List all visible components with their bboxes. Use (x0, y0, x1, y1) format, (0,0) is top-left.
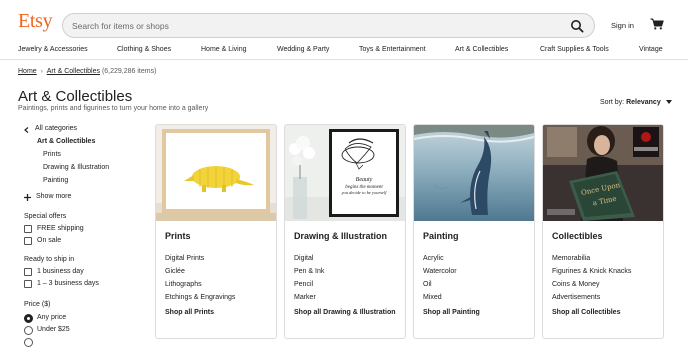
category-card-collectibles[interactable]: Once Upon a Time Collectibles Memorabili… (542, 124, 664, 339)
special-offers-heading: Special offers (24, 213, 67, 220)
collectibles-thumbnail[interactable]: Once Upon a Time (543, 125, 663, 221)
drawing-illustration-thumbnail[interactable]: Beauty begins the moment you decide to b… (285, 125, 405, 221)
art-text-line-1: Beauty (356, 177, 373, 183)
ship-1-day-label: 1 business day (37, 268, 84, 275)
search-input[interactable] (72, 18, 552, 34)
subcategory-prints[interactable]: Prints (43, 151, 61, 158)
card-link-etchings-engravings[interactable]: Etchings & Engravings (165, 294, 235, 301)
category-card-drawing-illustration[interactable]: Beauty begins the moment you decide to b… (284, 124, 406, 339)
under-25-label: Under $25 (37, 326, 70, 333)
free-shipping-checkbox[interactable] (24, 225, 32, 233)
sort-label: Sort by: (600, 99, 625, 106)
caret-down-icon (665, 100, 672, 105)
page-title: Art & Collectibles (18, 88, 133, 105)
breadcrumb: Home › Art & Collectibles (6,229,286 items… (18, 68, 156, 75)
ship-1-day-checkbox[interactable] (24, 268, 32, 276)
card-link-figurines-knick-knacks[interactable]: Figurines & Knick Knacks (552, 268, 631, 275)
chevron-left-icon[interactable] (24, 127, 29, 133)
painting-thumbnail[interactable] (414, 125, 534, 221)
category-card-painting[interactable]: Painting Acrylic Watercolor Oil Mixed Sh… (413, 124, 535, 339)
subcategory-painting[interactable]: Painting (43, 177, 68, 184)
cart-icon[interactable] (650, 18, 664, 30)
card-link-memorabilia[interactable]: Memorabilia (552, 255, 590, 262)
shop-all-drawing-illustration-link[interactable]: Shop all Drawing & Illustration (294, 308, 398, 318)
card-link-digital-prints[interactable]: Digital Prints (165, 255, 204, 262)
card-link-acrylic[interactable]: Acrylic (423, 255, 444, 262)
card-link-oil[interactable]: Oil (423, 281, 432, 288)
breadcrumb-separator-icon: › (40, 69, 43, 75)
site-header: Etsy Sign in (0, 0, 688, 42)
item-count: (6,229,286 items) (101, 68, 157, 75)
price-heading: Price ($) (24, 301, 51, 308)
show-more-button[interactable]: Show more (36, 193, 71, 200)
price-option-radio[interactable] (24, 338, 33, 347)
on-sale-label: On sale (37, 237, 62, 244)
shop-all-painting-link[interactable]: Shop all Painting (423, 308, 527, 318)
nav-art-collectibles[interactable]: Art & Collectibles (455, 46, 508, 53)
category-card-prints[interactable]: Prints Digital Prints Giclée Lithographs… (155, 124, 277, 339)
shop-all-prints-link[interactable]: Shop all Prints (165, 308, 269, 318)
card-link-pencil[interactable]: Pencil (294, 281, 313, 288)
category-nav: Jewelry & Accessories Clothing & Shoes H… (0, 44, 688, 60)
breadcrumb-current[interactable]: Art & Collectibles (47, 68, 100, 75)
any-price-label: Any price (37, 314, 67, 321)
sort-dropdown[interactable]: Sort by: Relevancy (600, 99, 672, 106)
current-category: Art & Collectibles (37, 138, 96, 145)
nav-home-living[interactable]: Home & Living (201, 46, 247, 53)
sort-value: Relevancy (626, 99, 661, 106)
nav-clothing-shoes[interactable]: Clothing & Shoes (117, 46, 171, 53)
card-link-pen-ink[interactable]: Pen & Ink (294, 268, 324, 275)
prints-thumbnail[interactable] (156, 125, 276, 221)
page-subtitle: Paintings, prints and figurines to turn … (18, 105, 209, 112)
art-text-line-3: you decide to be yourself (341, 190, 388, 195)
card-link-lithographs[interactable]: Lithographs (165, 281, 202, 288)
card-link-advertisements[interactable]: Advertisements (552, 294, 600, 301)
card-link-marker[interactable]: Marker (294, 294, 316, 301)
card-link-giclee[interactable]: Giclée (165, 268, 185, 275)
all-categories-link[interactable]: All categories (35, 125, 77, 132)
breadcrumb-home[interactable]: Home (18, 68, 37, 75)
under-25-radio[interactable] (24, 326, 33, 335)
ready-to-ship-heading: Ready to ship in (24, 256, 75, 263)
ship-1-3-days-label: 1 – 3 business days (37, 280, 99, 287)
sign-in-link[interactable]: Sign in (611, 21, 634, 30)
etsy-logo[interactable]: Etsy (18, 10, 53, 33)
subcategory-drawing-illustration[interactable]: Drawing & Illustration (43, 164, 109, 171)
card-title[interactable]: Painting (423, 231, 459, 241)
on-sale-checkbox[interactable] (24, 237, 32, 245)
card-title[interactable]: Prints (165, 231, 191, 241)
search-icon[interactable] (570, 19, 584, 33)
card-link-mixed[interactable]: Mixed (423, 294, 442, 301)
free-shipping-label: FREE shipping (37, 225, 84, 232)
nav-vintage[interactable]: Vintage (639, 46, 663, 53)
card-link-coins-money[interactable]: Coins & Money (552, 281, 599, 288)
plus-icon[interactable] (24, 194, 31, 201)
shop-all-collectibles-link[interactable]: Shop all Collectibles (552, 308, 656, 318)
nav-craft-supplies-tools[interactable]: Craft Supplies & Tools (540, 46, 609, 53)
search-bar[interactable] (62, 13, 595, 38)
nav-jewelry-accessories[interactable]: Jewelry & Accessories (18, 46, 88, 53)
card-link-watercolor[interactable]: Watercolor (423, 268, 457, 275)
nav-wedding-party[interactable]: Wedding & Party (277, 46, 329, 53)
ship-1-3-days-checkbox[interactable] (24, 280, 32, 288)
nav-toys-entertainment[interactable]: Toys & Entertainment (359, 46, 426, 53)
card-title[interactable]: Collectibles (552, 231, 603, 241)
card-title[interactable]: Drawing & Illustration (294, 231, 387, 241)
any-price-radio[interactable] (24, 314, 33, 323)
card-link-digital[interactable]: Digital (294, 255, 313, 262)
